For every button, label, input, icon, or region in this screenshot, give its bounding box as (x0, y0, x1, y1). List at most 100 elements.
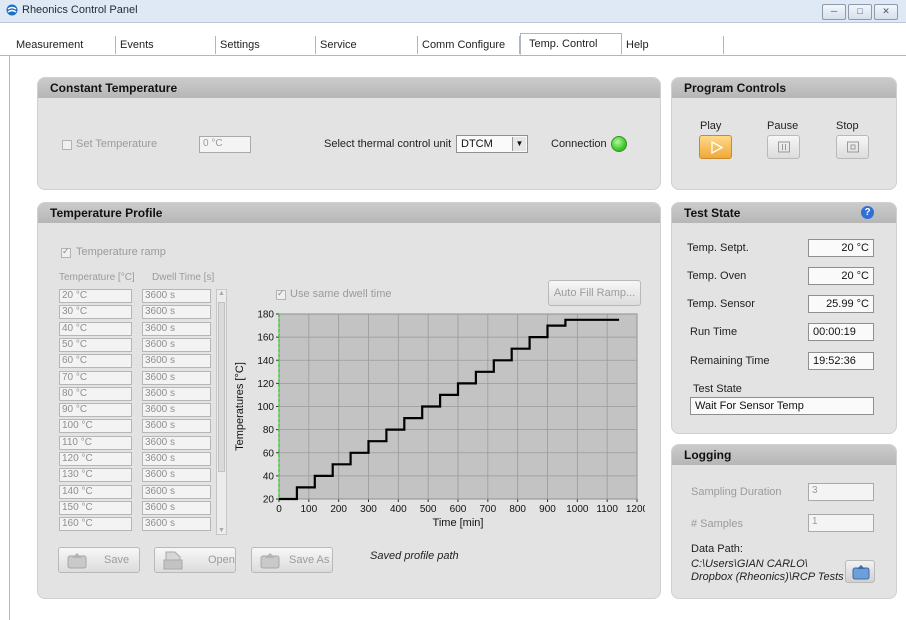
x-tick-label: 100 (300, 504, 317, 515)
auto-fill-ramp-button[interactable]: Auto Fill Ramp... (548, 280, 641, 306)
temperature-cell[interactable]: 140 °C (59, 484, 132, 499)
thermal-unit-select[interactable]: DTCM ▼ (456, 135, 528, 153)
temp-oven-value: 20 °C (808, 267, 874, 285)
temperature-ramp-label: Temperature ramp (76, 246, 166, 258)
stop-icon (847, 141, 859, 153)
scroll-down-icon[interactable]: ▼ (218, 527, 225, 534)
temp-oven-label: Temp. Oven (687, 270, 747, 282)
save-icon (67, 553, 87, 569)
play-button[interactable] (699, 135, 732, 159)
temperature-ramp-checkbox[interactable]: ✓ (61, 246, 71, 258)
program-controls-panel: Program Controls Play Pause Stop (671, 77, 897, 190)
y-tick-label: 120 (257, 379, 274, 390)
logging-panel: Logging Sampling Duration 3 # Samples 1 … (671, 444, 897, 599)
pause-button[interactable] (767, 135, 800, 159)
tab-measurement[interactable]: Measurement (12, 36, 116, 54)
tab-events[interactable]: Events (116, 36, 216, 54)
temperature-cell[interactable]: 60 °C (59, 354, 132, 369)
maximize-button[interactable]: □ (848, 4, 872, 20)
dwell-time-cell[interactable]: 3600 s (142, 435, 211, 450)
x-tick-label: 800 (509, 504, 526, 515)
open-button[interactable]: Open (154, 547, 236, 573)
temperature-profile-panel: Temperature Profile ✓ Temperature ramp T… (37, 202, 661, 599)
temperature-cell[interactable]: 70 °C (59, 370, 132, 385)
remaining-time-value: 19:52:36 (808, 352, 874, 370)
maximize-icon: □ (857, 6, 863, 16)
dwell-time-cell[interactable]: 3600 s (142, 468, 211, 483)
x-tick-label: 200 (330, 504, 347, 515)
open-file-icon (163, 551, 183, 570)
dwell-time-cell[interactable]: 3600 s (142, 517, 211, 532)
dwell-time-cell[interactable]: 3600 s (142, 484, 211, 499)
use-same-dwell-checkbox[interactable]: ✓ (276, 288, 286, 300)
data-path-label: Data Path: (691, 543, 743, 555)
dwell-time-cell[interactable]: 3600 s (142, 419, 211, 434)
x-tick-label: 1200 (626, 504, 645, 515)
checkmark-icon: ✓ (62, 246, 70, 256)
minimize-button[interactable]: ─ (822, 4, 846, 20)
temperature-cell[interactable]: 110 °C (59, 435, 132, 450)
temperature-cell[interactable]: 50 °C (59, 337, 132, 352)
question-icon[interactable]: ? (861, 206, 874, 219)
temperature-cell[interactable]: 20 °C (59, 289, 132, 303)
dwell-time-cell[interactable]: 3600 s (142, 289, 211, 303)
sampling-duration-label: Sampling Duration (691, 486, 782, 498)
save-as-button[interactable]: Save As (251, 547, 333, 573)
browse-folder-button[interactable] (845, 560, 875, 583)
dwell-time-cell[interactable]: 3600 s (142, 321, 211, 336)
y-tick-label: 180 (257, 310, 274, 321)
dwell-time-cell[interactable]: 3600 s (142, 452, 211, 466)
use-same-dwell-label: Use same dwell time (290, 288, 392, 300)
tab-temp-control[interactable]: Temp. Control (520, 33, 622, 55)
temperature-cell[interactable]: 90 °C (59, 403, 132, 418)
temperature-cell[interactable]: 40 °C (59, 321, 132, 336)
sampling-duration-input[interactable]: 3 (808, 483, 874, 501)
temperature-cell[interactable]: 120 °C (59, 452, 132, 466)
app-logo-icon (6, 4, 18, 16)
constant-temperature-panel: Constant Temperature Set Temperature 0 °… (37, 77, 661, 190)
tab-settings[interactable]: Settings (216, 36, 316, 54)
chevron-down-icon[interactable]: ▼ (512, 137, 526, 151)
set-temperature-checkbox[interactable] (62, 140, 72, 150)
temperature-cell[interactable]: 150 °C (59, 500, 132, 515)
temp-setpt-label: Temp. Setpt. (687, 242, 749, 254)
temperature-cell[interactable]: 130 °C (59, 468, 132, 483)
tab-help[interactable]: Help (622, 36, 724, 54)
y-tick-label: 60 (263, 448, 275, 459)
dwell-time-cell[interactable]: 3600 s (142, 337, 211, 352)
pause-icon (778, 141, 790, 153)
test-state-label: Test State (693, 383, 742, 395)
temperature-cell[interactable]: 160 °C (59, 517, 132, 532)
dwell-time-cell[interactable]: 3600 s (142, 500, 211, 515)
save-as-icon (260, 553, 280, 569)
temp-sensor-label: Temp. Sensor (687, 298, 755, 310)
tab-service[interactable]: Service (316, 36, 418, 54)
dwell-time-cell[interactable]: 3600 s (142, 370, 211, 385)
y-tick-label: 40 (263, 471, 275, 482)
x-tick-label: 300 (360, 504, 377, 515)
dwell-time-cell[interactable]: 3600 s (142, 386, 211, 401)
dwell-time-cell[interactable]: 3600 s (142, 354, 211, 369)
samples-label: # Samples (691, 518, 743, 530)
dwell-time-column-header: Dwell Time [s] (152, 272, 215, 283)
saved-profile-path: Saved profile path (370, 550, 459, 562)
x-tick-label: 600 (450, 504, 467, 515)
tab-comm-configure[interactable]: Comm Configure (418, 36, 520, 54)
temperature-cell[interactable]: 100 °C (59, 419, 132, 434)
panel-title: Temperature Profile (38, 203, 660, 223)
set-temperature-input[interactable]: 0 °C (199, 136, 251, 153)
checkmark-icon: ✓ (277, 288, 285, 298)
temperature-cell[interactable]: 30 °C (59, 305, 132, 320)
dwell-time-cell[interactable]: 3600 s (142, 305, 211, 320)
profile-list-scrollbar[interactable]: ▲ ▼ (216, 289, 227, 535)
panel-title: Constant Temperature (38, 78, 660, 98)
save-button[interactable]: Save (58, 547, 140, 573)
stop-button[interactable] (836, 135, 869, 159)
temperature-cell[interactable]: 80 °C (59, 386, 132, 401)
select-unit-label: Select thermal control unit (324, 138, 452, 150)
dwell-time-cell[interactable]: 3600 s (142, 403, 211, 418)
scrollbar-thumb[interactable] (218, 302, 225, 472)
samples-input[interactable]: 1 (808, 514, 874, 532)
close-button[interactable]: ✕ (874, 4, 898, 20)
scroll-up-icon[interactable]: ▲ (218, 290, 225, 297)
